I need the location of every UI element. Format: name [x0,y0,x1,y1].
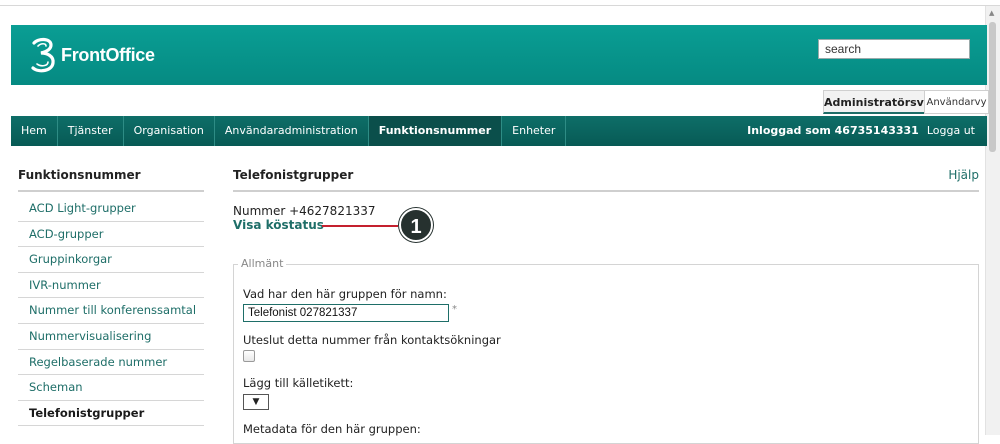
search-input[interactable] [818,39,970,59]
three-logo-icon [31,37,55,73]
window-top-border [0,5,1000,6]
nav-item-enheter[interactable]: Enheter [502,116,567,146]
nav-item-funktionsnummer[interactable]: Funktionsnummer [368,116,503,146]
required-marker: * [452,304,457,315]
sidebar-title: Funktionsnummer [18,168,141,182]
nav-item-organisation[interactable]: Organisation [124,116,215,146]
user-view-tab[interactable]: Användarvy [924,90,989,114]
sidebar-item-scheman[interactable]: Scheman [18,375,204,401]
page-title: Telefonistgrupper [233,168,354,182]
vertical-scrollbar[interactable]: ▲ [985,6,1000,435]
scroll-up-arrow-icon[interactable]: ▲ [989,9,994,17]
help-link[interactable]: Hjälp [948,168,979,182]
group-name-label: Vad har den här gruppen för namn: [243,287,447,301]
sidebar-item-acd-grupper[interactable]: ACD-grupper [18,222,204,248]
sidebar-item-regelbaserade-nummer[interactable]: Regelbaserade nummer [18,350,204,376]
source-tag-label: Lägg till källetikett: [243,376,354,390]
sidebar-item-nummervisualisering[interactable]: Nummervisualisering [18,324,204,350]
metadata-label: Metadata för den här gruppen: [243,422,421,436]
brand-name: FrontOffice [61,44,155,65]
sidebar-item-acd-light-grupper[interactable]: ACD Light-grupper [18,196,204,222]
exclude-contact-search-label: Uteslut detta nummer från kontaktsökning… [243,333,501,347]
nav-item-anvandaradministration[interactable]: Användaradministration [215,116,369,146]
page-title-divider [233,190,979,192]
callout-pointer-line [322,225,398,227]
main-navigation: Hem Tjänster Organisation Användaradmini… [11,116,987,146]
fieldset-legend: Allmänt [238,257,287,270]
nav-item-hem[interactable]: Hem [11,116,58,146]
nav-item-tjanster[interactable]: Tjänster [58,116,124,146]
group-number: Nummer +4627821337 [233,204,376,218]
logged-in-label: Inloggad som 46735143331 [747,124,919,137]
sidebar-item-telefonistgrupper[interactable]: Telefonistgrupper [18,401,204,427]
show-queue-status-link[interactable]: Visa köstatus [233,218,324,232]
logout-link[interactable]: Logga ut [927,116,987,146]
sidebar-item-gruppinkorgar[interactable]: Gruppinkorgar [18,247,204,273]
source-tag-select[interactable]: ▼ [243,394,269,410]
brand-logo[interactable]: FrontOffice [29,36,155,74]
scrollbar-thumb[interactable] [989,22,996,152]
group-name-input[interactable] [243,304,449,322]
exclude-contact-search-checkbox[interactable] [243,350,255,362]
sidebar-item-konferenssamtal[interactable]: Nummer till konferenssamtal [18,298,204,324]
sidebar-item-ivr-nummer[interactable]: IVR-nummer [18,273,204,299]
view-switcher: Administratörsvy Användarvy [11,90,989,116]
sidebar-menu: ACD Light-grupper ACD-grupper Gruppinkor… [18,196,204,427]
sidebar-divider [18,190,204,192]
app-header: FrontOffice [11,25,987,85]
admin-view-tab[interactable]: Administratörsvy [823,90,931,114]
callout-number-badge: 1 [399,208,433,242]
